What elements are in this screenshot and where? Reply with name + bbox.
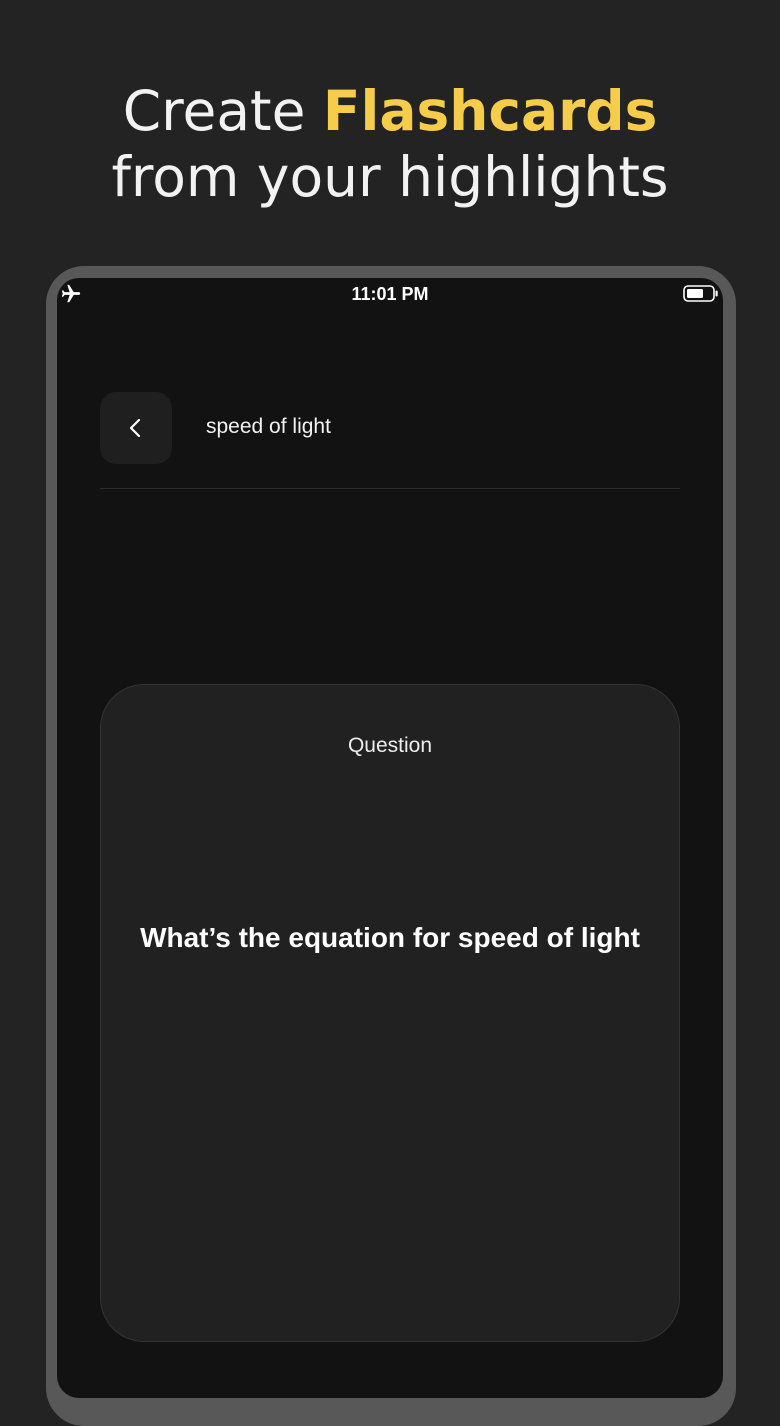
header-divider [100,488,680,489]
promo-headline: Create Flashcards from your highlights [0,78,780,210]
back-button[interactable] [100,392,172,464]
status-bar: 11:01 PM [57,278,723,310]
device-screen: 11:01 PM speed of light Question What’s … [57,278,723,1398]
flashcard-question: What’s the equation for speed of light [140,922,640,953]
battery-icon [683,285,719,302]
headline-line-1: Create Flashcards [0,78,780,144]
headline-line-2: from your highlights [111,145,669,209]
status-time: 11:01 PM [351,284,429,304]
flashcard[interactable]: Question What’s the equation for speed o… [100,684,680,1342]
chevron-left-icon [129,418,141,438]
page-title: speed of light [206,415,331,438]
flashcard-side-label: Question [347,734,433,757]
headline-prefix: Create [122,79,323,143]
headline-accent: Flashcards [322,79,658,143]
